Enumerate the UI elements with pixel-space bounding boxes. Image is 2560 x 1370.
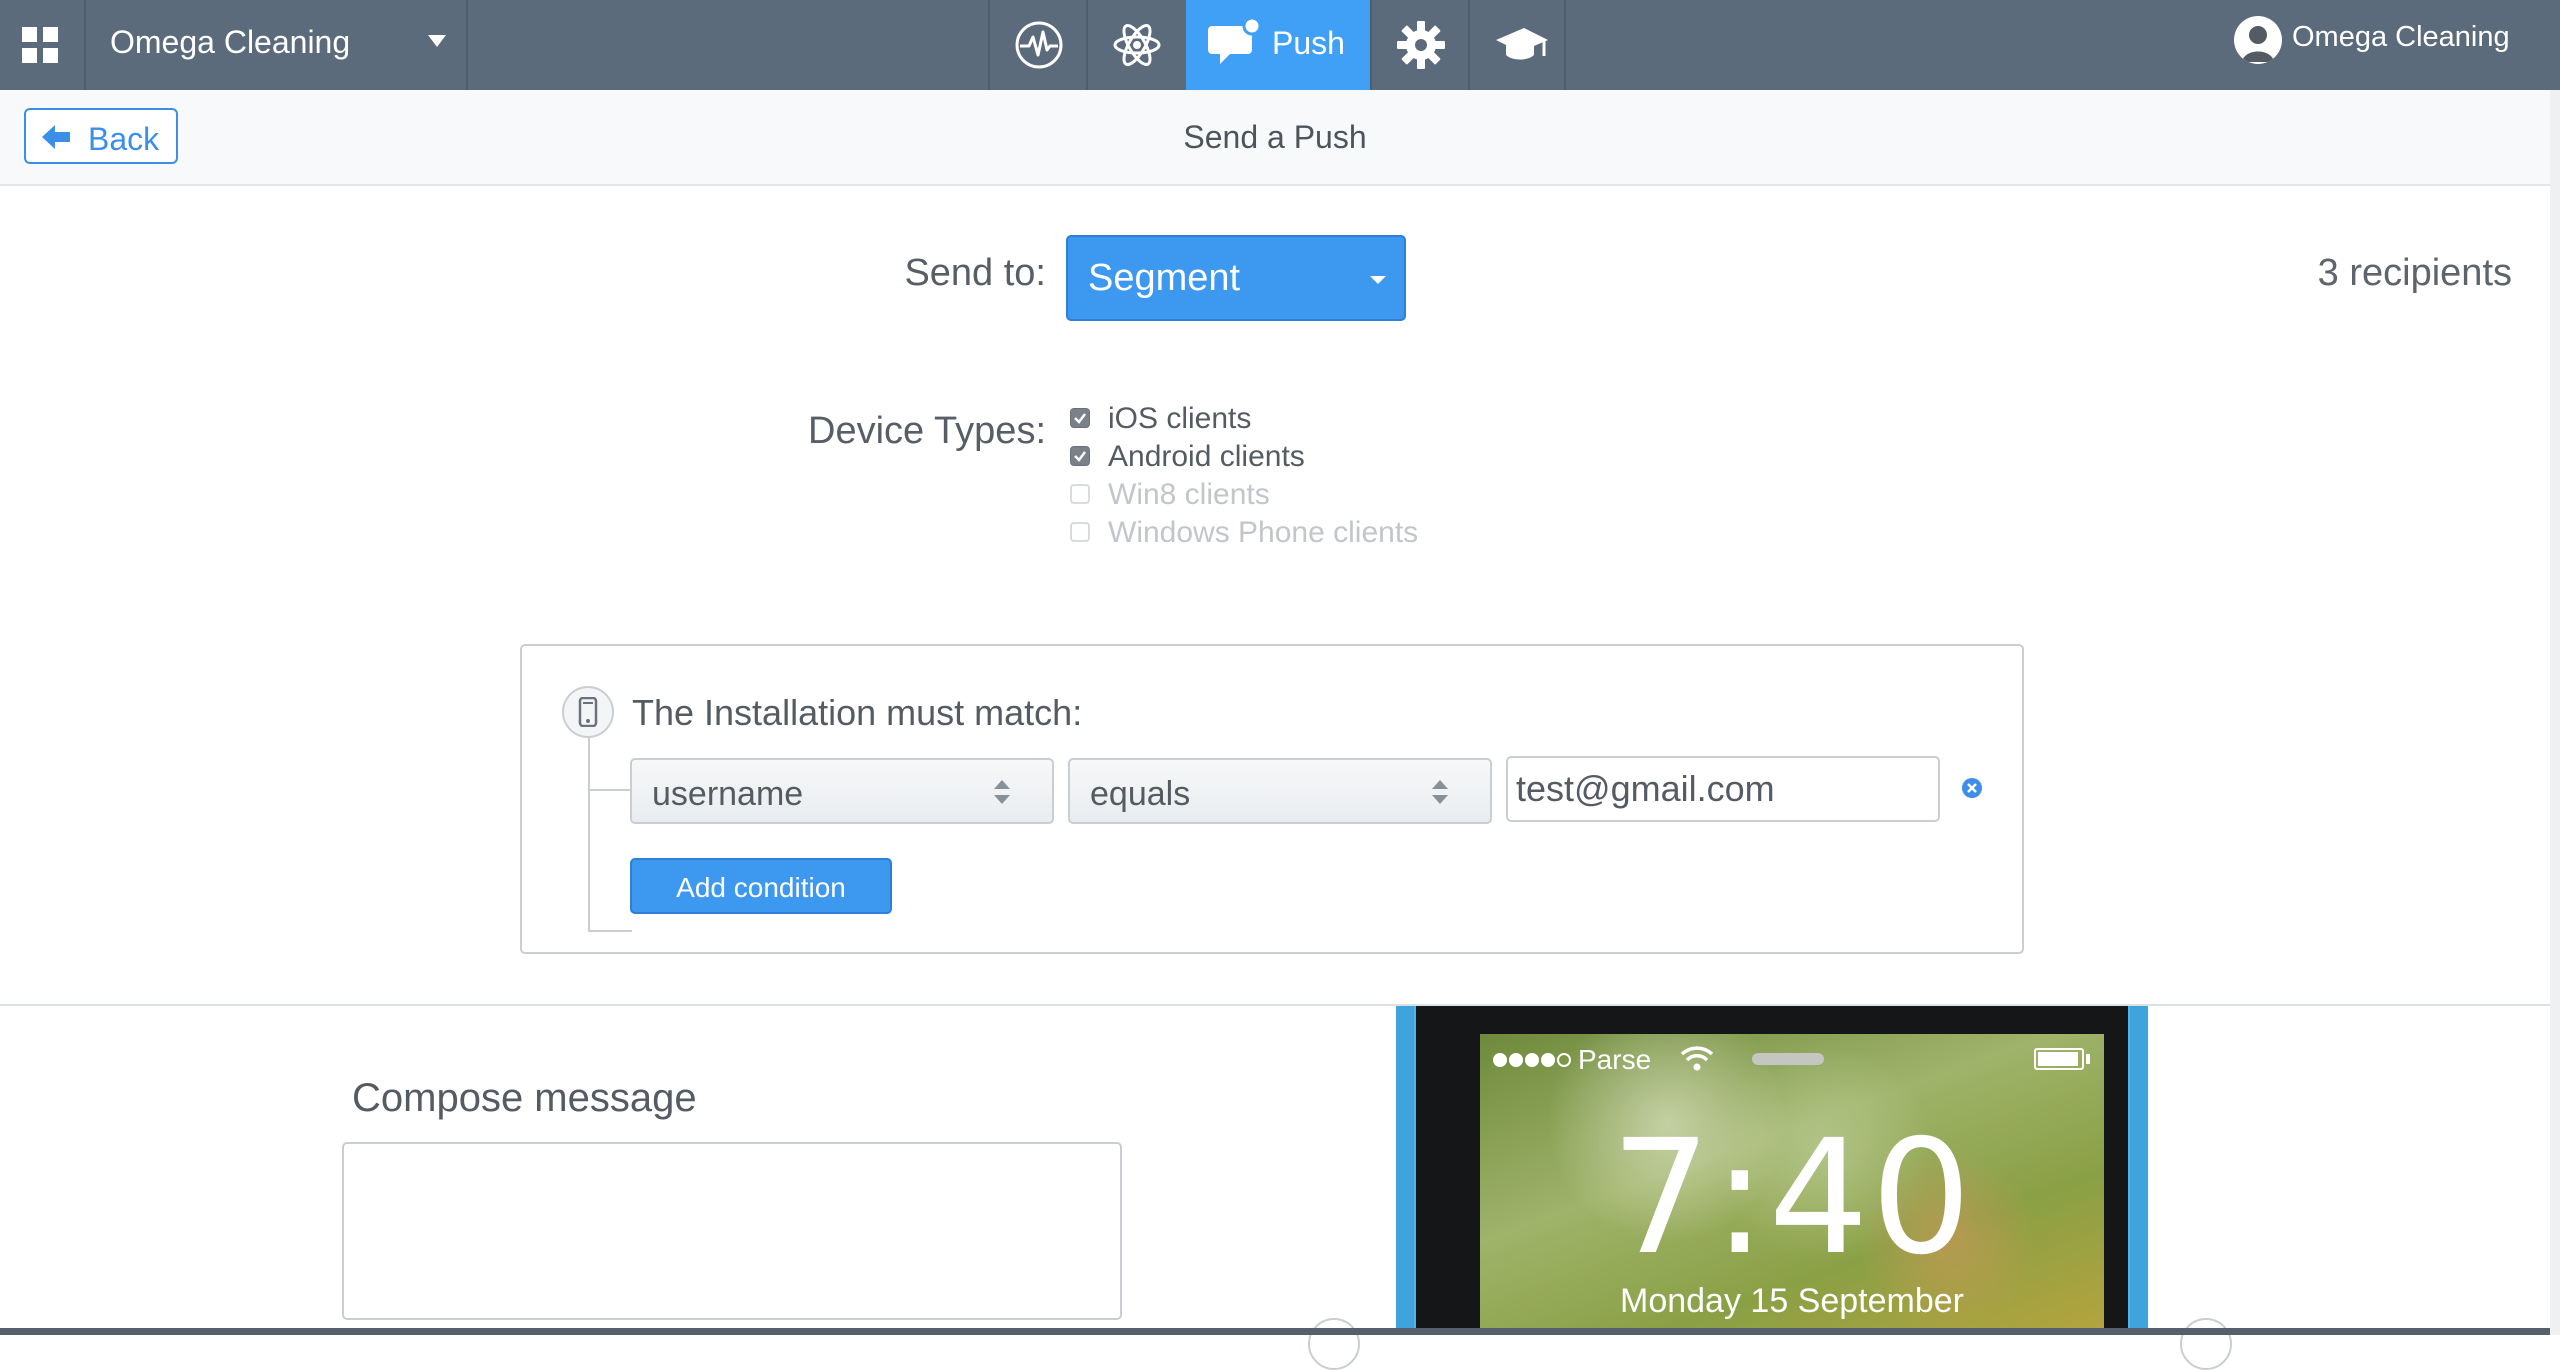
avatar — [2234, 16, 2282, 64]
sort-arrows-icon — [994, 780, 1010, 804]
gear-icon — [1397, 21, 1445, 69]
nav-core[interactable] — [1086, 0, 1186, 90]
send-to-select[interactable]: Segment — [1066, 235, 1406, 321]
tree-line — [588, 789, 632, 791]
phone-preview: Parse 7:40 Monday 15 September — [1396, 1006, 2148, 1328]
device-type-label: Win8 clients — [1108, 478, 1270, 511]
checkbox-checked[interactable] — [1070, 446, 1090, 466]
add-condition-button[interactable]: Add condition — [630, 858, 892, 914]
lock-screen-time: 7:40 — [1610, 1106, 1974, 1290]
checkmark-icon — [1074, 413, 1086, 424]
add-condition-label: Add condition — [676, 872, 846, 903]
checkbox-disabled — [1070, 484, 1090, 504]
phone-lock-screen: Parse 7:40 Monday 15 September — [1480, 1034, 2104, 1328]
wifi-icon — [1680, 1046, 1714, 1071]
condition-operator-select[interactable]: equals — [1068, 758, 1492, 824]
phone-speaker — [1752, 1053, 1824, 1065]
device-type-label: Windows Phone clients — [1108, 516, 1419, 549]
installation-condition-panel: The Installation must match: username eq… — [520, 644, 2024, 954]
compose-message-input[interactable] — [342, 1142, 1122, 1320]
phone-side — [2130, 1006, 2148, 1328]
send-to-value: Segment — [1088, 257, 1241, 299]
caret-down-icon — [428, 35, 446, 47]
signal-dots-icon — [1493, 1053, 1571, 1067]
remove-condition-button[interactable] — [1962, 778, 1982, 798]
condition-title: The Installation must match: — [632, 692, 1083, 733]
checkbox-disabled — [1070, 522, 1090, 542]
battery-tip — [2086, 1054, 2090, 1064]
condition-field-select[interactable]: username — [630, 758, 1054, 824]
tree-line — [588, 930, 632, 932]
caret-down-icon — [1370, 276, 1386, 284]
send-to-label: Send to: — [904, 252, 1046, 294]
preview-prev-button[interactable] — [1308, 1318, 1360, 1370]
user-menu[interactable]: Omega Cleaning — [2220, 0, 2560, 90]
section-divider — [0, 1004, 2550, 1006]
back-button-label: Back — [88, 121, 160, 157]
phone-bezel: Parse 7:40 Monday 15 September — [1416, 1006, 2128, 1328]
checkmark-icon — [1074, 451, 1086, 462]
app-name: Omega Cleaning — [110, 24, 351, 60]
apps-menu-button[interactable] — [0, 0, 86, 90]
tree-line — [588, 738, 590, 932]
page-scrollbar[interactable] — [2550, 90, 2560, 1335]
arrow-left-icon — [42, 125, 70, 149]
phone-side — [1396, 1006, 1414, 1328]
condition-operator-value: equals — [1090, 775, 1191, 813]
device-type-label: Android clients — [1108, 440, 1305, 473]
page-title: Send a Push — [1183, 119, 1367, 155]
analytics-icon — [1015, 21, 1063, 69]
preview-next-button[interactable] — [2180, 1318, 2232, 1370]
device-type-label: iOS clients — [1108, 402, 1252, 435]
back-button[interactable]: Back — [24, 108, 178, 164]
condition-value-input[interactable] — [1506, 756, 1940, 822]
grid-icon — [22, 27, 58, 63]
sub-header: Send a Push Back — [0, 90, 2550, 186]
graduation-cap-icon — [1496, 28, 1548, 60]
bottom-strip — [0, 1328, 2550, 1335]
checkbox-checked[interactable] — [1070, 408, 1090, 428]
sort-arrows-icon — [1432, 780, 1448, 804]
device-types-label: Device Types: — [808, 410, 1046, 452]
app-switcher[interactable]: Omega Cleaning — [86, 0, 468, 90]
condition-field-value: username — [652, 775, 804, 813]
nav-settings[interactable] — [1370, 0, 1468, 90]
atom-icon — [1113, 24, 1161, 66]
top-nav-bar: Omega Cleaning Push Omega Cleaning — [0, 0, 2560, 90]
close-icon — [1967, 783, 1977, 793]
recipients-count: 3 recipients — [2317, 252, 2512, 294]
battery-icon — [2034, 1048, 2084, 1070]
push-bubble-icon — [1208, 16, 1262, 64]
nav-push[interactable]: Push — [1186, 0, 1370, 90]
nav-analytics[interactable] — [988, 0, 1086, 90]
carrier-name: Parse — [1578, 1044, 1652, 1075]
nav-docs[interactable] — [1468, 0, 1566, 90]
compose-title: Compose message — [352, 1076, 697, 1120]
phone-icon — [562, 686, 614, 738]
user-name: Omega Cleaning — [2292, 21, 2510, 53]
lock-screen-date: Monday 15 September — [1620, 1282, 1964, 1320]
nav-push-label: Push — [1272, 25, 1345, 61]
